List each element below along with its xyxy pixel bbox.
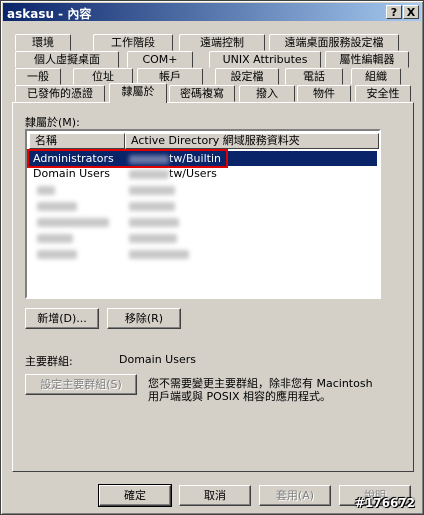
redacted-name — [37, 186, 55, 195]
tab-sessions[interactable]: 工作階段 — [93, 34, 173, 51]
row-folder: tw/Users — [129, 166, 217, 181]
tab-remote-control[interactable]: 遠端控制 — [179, 34, 265, 51]
column-header-name[interactable]: 名稱 — [29, 133, 125, 149]
tab-organization[interactable]: 組織 — [351, 68, 401, 85]
tab-attribute-editor[interactable]: 屬性編輯器 — [325, 51, 409, 68]
list-item[interactable]: Domain Users tw/Users — [29, 166, 377, 181]
list-item-redacted[interactable] — [29, 231, 377, 246]
redacted-folder — [129, 218, 179, 227]
window-title: askasu - 內容 — [7, 7, 92, 21]
list-item-redacted[interactable] — [29, 199, 377, 214]
tab-dial-in[interactable]: 撥入 — [239, 85, 295, 102]
tab-object[interactable]: 物件 — [297, 85, 351, 102]
title-bar[interactable]: askasu - 內容 ? X — [3, 3, 421, 21]
apply-button[interactable]: 套用(A) — [259, 485, 331, 506]
tab-profile[interactable]: 設定檔 — [215, 68, 279, 85]
tab-com-plus[interactable]: COM+ — [127, 51, 193, 68]
tab-rds-profile[interactable]: 遠端桌面服務設定檔 — [269, 34, 399, 51]
redacted-name — [37, 202, 77, 211]
tab-security[interactable]: 安全性 — [355, 85, 411, 102]
redacted-folder — [129, 186, 175, 195]
remove-button[interactable]: 移除(R) — [107, 308, 181, 329]
tab-general[interactable]: 一般 — [15, 68, 61, 85]
list-item-redacted[interactable] — [29, 247, 377, 262]
redacted-folder — [129, 250, 189, 259]
tab-member-of[interactable]: 隸屬於 — [109, 83, 167, 103]
tab-personal-virtual-desktop[interactable]: 個人虛擬桌面 — [15, 51, 119, 68]
close-button[interactable]: X — [403, 5, 419, 19]
redacted-domain — [129, 169, 169, 179]
tab-environment[interactable]: 環境 — [15, 34, 71, 51]
highlight-box — [27, 149, 228, 168]
tab-password-replication[interactable]: 密碼複寫 — [169, 85, 235, 102]
properties-dialog: askasu - 內容 ? X 環境 工作階段 遠端控制 遠端桌面服務設定檔 個… — [0, 0, 424, 515]
primary-group-note-line2: 用戶端或與 POSIX 相容的應用程式。 — [148, 390, 332, 403]
tab-published-certificates[interactable]: 已發佈的憑證 — [15, 85, 105, 102]
add-button[interactable]: 新增(D)... — [25, 308, 99, 329]
column-header-ad-folder[interactable]: Active Directory 網域服務資料夾 — [125, 133, 379, 149]
watermark: #176672 — [354, 496, 415, 510]
list-item-redacted[interactable] — [29, 183, 377, 198]
tab-unix-attributes[interactable]: UNIX Attributes — [209, 51, 321, 68]
row-folder-text: tw/Users — [169, 167, 217, 180]
help-button[interactable]: ? — [386, 5, 402, 19]
member-of-label: 隸屬於(M): — [25, 116, 80, 129]
list-item-redacted[interactable] — [29, 215, 377, 230]
redacted-name — [37, 234, 73, 243]
redacted-folder — [129, 202, 175, 211]
redacted-folder — [129, 234, 177, 243]
row-name: Domain Users — [33, 167, 110, 180]
ok-button[interactable]: 確定 — [98, 484, 172, 507]
redacted-name — [37, 250, 77, 259]
primary-group-value: Domain Users — [119, 353, 196, 366]
cancel-button[interactable]: 取消 — [179, 485, 251, 506]
redacted-name — [37, 218, 109, 227]
primary-group-label: 主要群組: — [25, 355, 73, 368]
tab-telephones[interactable]: 電話 — [285, 68, 343, 85]
set-primary-group-button[interactable]: 設定主要群組(S) — [25, 374, 137, 395]
